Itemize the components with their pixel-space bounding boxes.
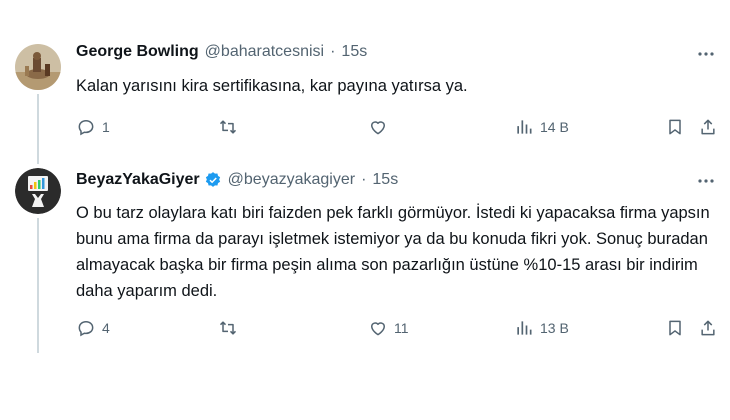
bookmark-button[interactable]	[665, 116, 685, 138]
author-name[interactable]: George Bowling	[76, 43, 199, 61]
more-icon[interactable]	[696, 171, 716, 191]
bookmark-button[interactable]	[665, 317, 685, 339]
share-button[interactable]	[698, 116, 718, 138]
author-handle[interactable]: @beyazyakagiyer	[228, 171, 355, 189]
thread-line	[37, 218, 39, 353]
tweet-text: O bu tarz olaylara katı biri faizden pek…	[76, 204, 710, 300]
like-icon	[371, 121, 385, 135]
avatar[interactable]	[15, 44, 61, 90]
tweet-1[interactable]: George Bowling @baharatcesnisi · 15s Kal…	[0, 0, 730, 164]
tweet-text: Kalan yarısını kira sertifikasına, kar p…	[76, 77, 468, 95]
share-icon	[701, 320, 715, 336]
bookmark-icon	[669, 320, 681, 336]
bookmark-icon	[669, 119, 681, 135]
avatar[interactable]	[15, 168, 61, 214]
views-icon	[517, 321, 532, 335]
views-button[interactable]: 13 B	[514, 317, 569, 339]
tweet-header: George Bowling @baharatcesnisi · 15s	[76, 43, 367, 61]
like-button[interactable]	[368, 116, 388, 138]
reply-count: 1	[102, 119, 110, 135]
author-name[interactable]: BeyazYakaGiyer	[76, 171, 200, 189]
views-icon	[517, 120, 532, 134]
separator: ·	[361, 171, 367, 188]
retweet-icon	[219, 120, 237, 134]
timestamp[interactable]: 15s	[372, 171, 398, 189]
retweet-button[interactable]	[218, 116, 238, 138]
action-bar: 1 14 B	[76, 116, 716, 138]
reply-button[interactable]: 1	[76, 116, 110, 138]
share-button[interactable]	[698, 317, 718, 339]
timestamp[interactable]: 15s	[341, 43, 367, 61]
reply-button[interactable]: 4	[76, 317, 110, 339]
views-count: 13 B	[540, 320, 569, 336]
tweet-header: BeyazYakaGiyer @beyazyakagiyer · 15s	[76, 171, 398, 189]
like-button[interactable]: 11	[368, 317, 409, 339]
retweet-button[interactable]	[218, 317, 238, 339]
retweet-icon	[219, 321, 237, 335]
views-count: 14 B	[540, 119, 569, 135]
reply-count: 4	[102, 320, 110, 336]
thread-line	[37, 94, 39, 164]
separator: ·	[330, 43, 336, 60]
verified-badge-icon	[204, 171, 222, 189]
like-count: 11	[394, 320, 409, 336]
reply-icon	[78, 320, 94, 337]
views-button[interactable]: 14 B	[514, 116, 569, 138]
more-icon[interactable]	[696, 44, 716, 64]
tweet-2[interactable]: BeyazYakaGiyer @beyazyakagiyer · 15s O b…	[0, 160, 730, 360]
action-bar: 4 11 13 B	[76, 317, 716, 339]
author-handle[interactable]: @baharatcesnisi	[205, 43, 324, 61]
reply-icon	[78, 119, 94, 136]
share-icon	[701, 119, 715, 135]
like-icon	[371, 322, 385, 336]
